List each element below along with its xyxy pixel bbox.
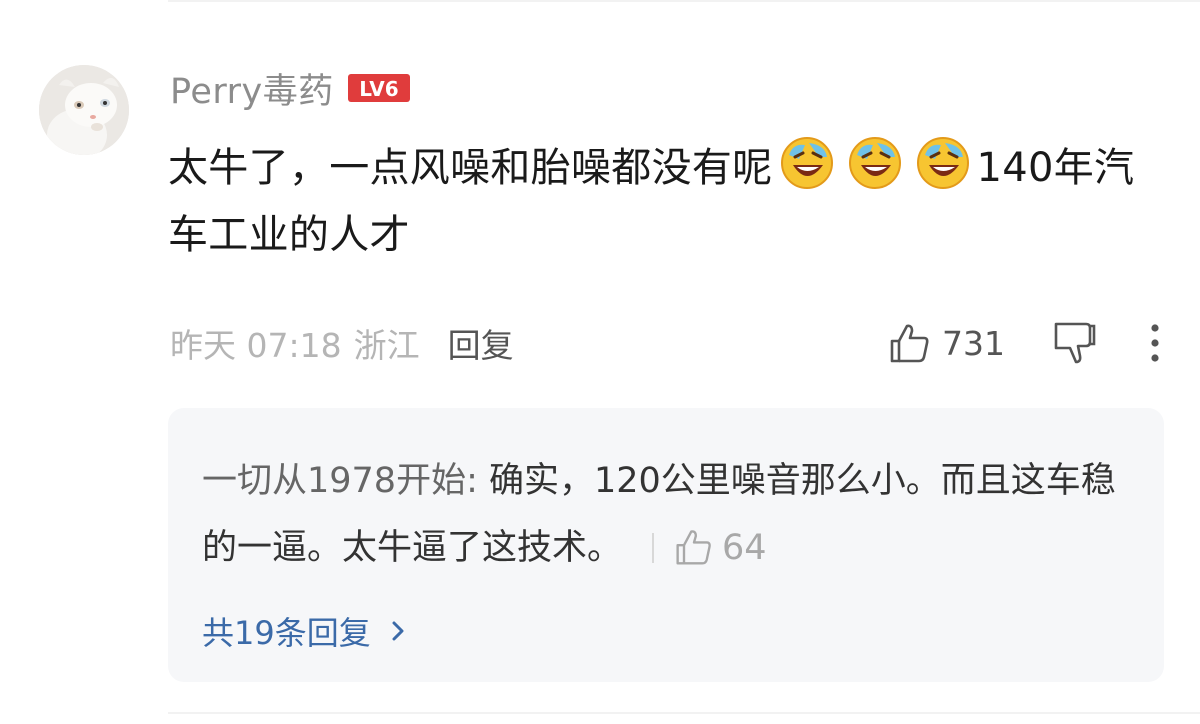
reply-separator [652,533,655,563]
reply-colon: : [466,461,489,501]
chevron-right-icon [392,621,404,641]
comment-time: 昨天 07:18 [170,326,342,365]
thumbs-up-icon [890,324,929,363]
level-badge-icon: LV6 [347,74,410,102]
view-all-replies-link[interactable]: 共19条回复 [202,606,409,656]
reply-author[interactable]: 一切从1978开始 [202,461,466,501]
comment-meta: 昨天 07:18 浙江 回复 [170,318,514,368]
cat-avatar-image [39,65,129,155]
reply-thumbs-up-icon[interactable] [674,527,714,567]
more-options-icon[interactable] [1140,322,1170,364]
bottom-divider [168,712,1200,714]
like-count: 731 [942,323,1005,363]
svg-text:LV6: LV6 [359,77,398,101]
laugh-cry-emoji-icon [848,137,901,189]
reply-like-count: 64 [722,528,767,568]
comment-location: 浙江 [353,326,420,365]
comment-header: Perry毒药 LV6 [170,62,410,114]
avatar[interactable] [39,65,129,155]
like-button[interactable]: 731 [888,318,1005,368]
laugh-cry-emoji-icon [916,137,969,189]
username[interactable]: Perry毒药 [170,63,334,114]
laugh-cry-emoji-icon [780,137,833,189]
all-replies-label: 共19条回复 [202,614,371,652]
comment-text-part-1: 太牛了，一点风噪和胎噪都没有呢 [168,145,773,191]
top-divider [168,0,1200,2]
level-badge: LV6 [347,74,410,102]
reply-preview-box[interactable]: 一切从1978开始: 确实，120公里噪音那么小。而且这车稳的一逼。太牛逼了这技… [168,408,1164,682]
reply-preview-text: 一切从1978开始: 确实，120公里噪音那么小。而且这车稳的一逼。太牛逼了这技… [202,448,1122,582]
reply-button[interactable]: 回复 [448,319,514,367]
thumbs-down-icon[interactable] [1050,320,1098,366]
comment-body: 太牛了，一点风噪和胎噪都没有呢 140年汽车工业的人才 [168,135,1158,269]
